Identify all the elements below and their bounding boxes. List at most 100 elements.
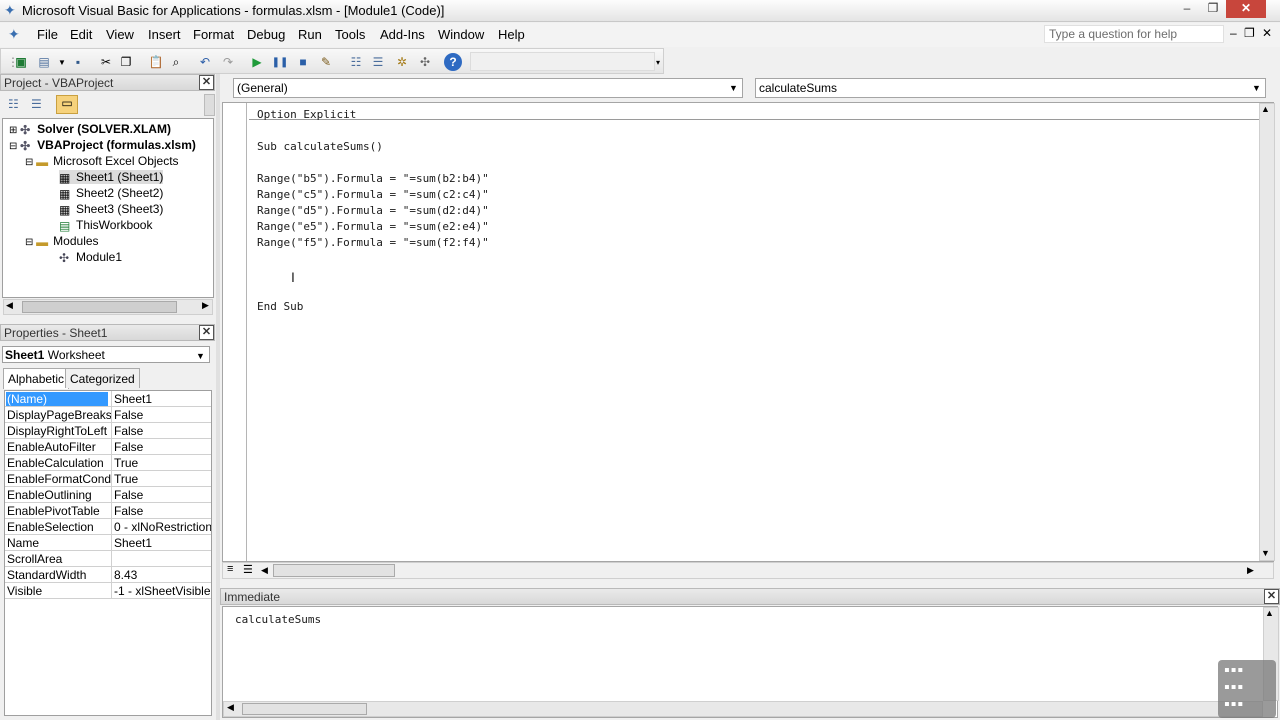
properties-close-button[interactable]: ✕	[199, 325, 214, 340]
property-row[interactable]: EnablePivotTable False	[5, 503, 211, 519]
view-excel-icon[interactable]: ▣	[12, 53, 30, 71]
view-code-icon[interactable]: ☷	[8, 97, 19, 111]
undo-icon[interactable]: ↶	[196, 53, 214, 71]
immediate-window[interactable]: calculateSums ▲ ◀	[222, 606, 1279, 718]
scroll-down-icon[interactable]: ▼	[1261, 548, 1270, 558]
code-line[interactable]: Range("b5").Formula = "=sum(b2:b4)"	[257, 172, 489, 185]
code-margin-indicator-bar[interactable]	[223, 103, 247, 561]
close-button[interactable]: ✕	[1226, 0, 1266, 18]
insert-userform-icon[interactable]: ▤	[35, 53, 53, 71]
view-object-icon[interactable]: ☰	[31, 97, 42, 111]
code-vscroll[interactable]: ▲ ▼	[1259, 103, 1275, 561]
project-hscroll[interactable]: ◀ ▶	[3, 299, 213, 315]
code-line[interactable]: Range("e5").Formula = "=sum(e2:e4)"	[257, 220, 489, 233]
property-row[interactable]: DisplayPageBreaks False	[5, 407, 211, 423]
code-line[interactable]: Range("f5").Formula = "=sum(f2:f4)"	[257, 236, 489, 249]
property-row[interactable]: DisplayRightToLeft False	[5, 423, 211, 439]
toggle-folders-icon[interactable]: ▭	[56, 95, 78, 114]
code-line[interactable]: Range("c5").Formula = "=sum(c2:c4)"	[257, 188, 489, 201]
design-mode-icon[interactable]: ✎	[317, 53, 335, 71]
property-row[interactable]: EnableFormatConditi True	[5, 471, 211, 487]
menu-format[interactable]: Format	[193, 27, 234, 42]
doc-close-button[interactable]: ✕	[1262, 26, 1272, 40]
chevron-down-icon[interactable]: ▼	[727, 81, 740, 95]
code-line[interactable]: Range("d5").Formula = "=sum(d2:d4)"	[257, 204, 489, 217]
property-row[interactable]: StandardWidth 8.43	[5, 567, 211, 583]
redo-icon[interactable]: ↷	[219, 53, 237, 71]
tree-node-solver[interactable]: ⊞ ✣ Solver (SOLVER.XLAM)	[9, 122, 171, 137]
tree-node-sheet1[interactable]: ▦ Sheet1 (Sheet1)	[59, 170, 164, 185]
properties-object-combo[interactable]: Sheet1 Worksheet ▼	[2, 346, 210, 363]
break-icon[interactable]: ❚❚	[271, 53, 289, 71]
property-row[interactable]: EnableSelection 0 - xlNoRestrictions	[5, 519, 211, 535]
properties-window-icon[interactable]: ☰	[369, 53, 387, 71]
tree-node-vbaproject[interactable]: ⊟ ✣ VBAProject (formulas.xlsm)	[9, 138, 196, 153]
help-icon[interactable]: ?	[444, 53, 462, 71]
help-search-input[interactable]: Type a question for help	[1044, 25, 1224, 43]
vba-menu-icon[interactable]: ✦	[8, 26, 20, 43]
tree-node-modules[interactable]: ⊟ ▬ Modules	[25, 234, 99, 249]
tree-node-sheet2[interactable]: ▦ Sheet2 (Sheet2)	[59, 186, 163, 201]
code-editor[interactable]: Option Explicit Sub calculateSums() Rang…	[222, 102, 1275, 562]
project-explorer-icon[interactable]: ☷	[347, 53, 365, 71]
property-row[interactable]: Visible -1 - xlSheetVisible	[5, 583, 211, 599]
immediate-text[interactable]: calculateSums	[235, 613, 321, 626]
object-browser-icon[interactable]: ✲	[393, 53, 411, 71]
scroll-left-icon[interactable]: ◀	[6, 300, 13, 311]
copy-icon[interactable]: ❐	[117, 53, 135, 71]
cut-icon[interactable]: ✂	[97, 53, 115, 71]
vba-app-icon[interactable]: ✦	[4, 2, 16, 19]
menu-run[interactable]: Run	[298, 27, 322, 42]
tree-node-sheet3[interactable]: ▦ Sheet3 (Sheet3)	[59, 202, 163, 217]
property-row[interactable]: EnableOutlining False	[5, 487, 211, 503]
save-icon[interactable]: ▪	[69, 53, 87, 71]
scroll-right-icon[interactable]: ▶	[202, 300, 209, 311]
tree-node-module1[interactable]: ✣ Module1	[59, 250, 122, 265]
full-module-view-icon[interactable]: ☰	[243, 563, 253, 576]
doc-minimize-button[interactable]: –	[1230, 26, 1237, 40]
menu-insert[interactable]: Insert	[148, 27, 181, 42]
tree-node-excel-objects[interactable]: ⊟ ▬ Microsoft Excel Objects	[25, 154, 179, 169]
property-row[interactable]: (Name) Sheet1	[5, 391, 211, 407]
project-hscroll-thumb[interactable]	[22, 301, 177, 313]
code-hscroll-thumb[interactable]	[273, 564, 395, 577]
menu-file[interactable]: File	[37, 27, 58, 42]
menu-help[interactable]: Help	[498, 27, 525, 42]
doc-restore-button[interactable]: ❐	[1244, 26, 1255, 40]
panel-splitter[interactable]	[216, 74, 220, 720]
scroll-left-icon[interactable]: ◀	[227, 702, 234, 713]
tab-categorized[interactable]: Categorized	[65, 368, 140, 388]
paste-icon[interactable]: 📋	[147, 53, 165, 71]
immediate-hscroll-thumb[interactable]	[242, 703, 367, 715]
scroll-right-icon[interactable]: ▶	[1247, 565, 1254, 576]
overlay-grid-icon[interactable]: ▪▪▪ ▪▪▪ ▪▪▪	[1218, 660, 1276, 718]
code-line[interactable]: Sub calculateSums()	[257, 140, 383, 153]
procedure-combo[interactable]: calculateSums ▼	[755, 78, 1266, 98]
tree-node-thisworkbook[interactable]: ▤ ThisWorkbook	[59, 218, 152, 233]
tab-alphabetic[interactable]: Alphabetic	[3, 368, 70, 389]
code-line[interactable]: Option Explicit	[257, 108, 356, 121]
restore-button[interactable]: ❐	[1200, 0, 1226, 18]
chevron-down-icon[interactable]: ▼	[194, 349, 207, 363]
menu-window[interactable]: Window	[438, 27, 484, 42]
scroll-up-icon[interactable]: ▲	[1261, 104, 1270, 114]
scroll-up-icon[interactable]: ▲	[1265, 608, 1274, 618]
toolbox-icon[interactable]: ✣	[416, 53, 434, 71]
minimize-button[interactable]: –	[1174, 0, 1200, 18]
object-combo[interactable]: (General) ▼	[233, 78, 743, 98]
immediate-hscroll[interactable]: ◀	[223, 701, 1263, 717]
code-line[interactable]: End Sub	[257, 300, 303, 313]
find-icon[interactable]: ⌕	[167, 53, 185, 71]
property-row[interactable]: EnableAutoFilter False	[5, 439, 211, 455]
property-row[interactable]: Name Sheet1	[5, 535, 211, 551]
menu-debug[interactable]: Debug	[247, 27, 285, 42]
menu-add-ins[interactable]: Add-Ins	[380, 27, 425, 42]
project-vscroll[interactable]	[204, 94, 215, 116]
immediate-close-button[interactable]: ✕	[1264, 589, 1279, 604]
run-icon[interactable]: ▶	[248, 53, 266, 71]
project-close-button[interactable]: ✕	[199, 75, 214, 90]
scroll-left-icon[interactable]: ◀	[261, 565, 268, 576]
reset-icon[interactable]: ■	[294, 53, 312, 71]
menu-view[interactable]: View	[106, 27, 134, 42]
menu-edit[interactable]: Edit	[70, 27, 92, 42]
